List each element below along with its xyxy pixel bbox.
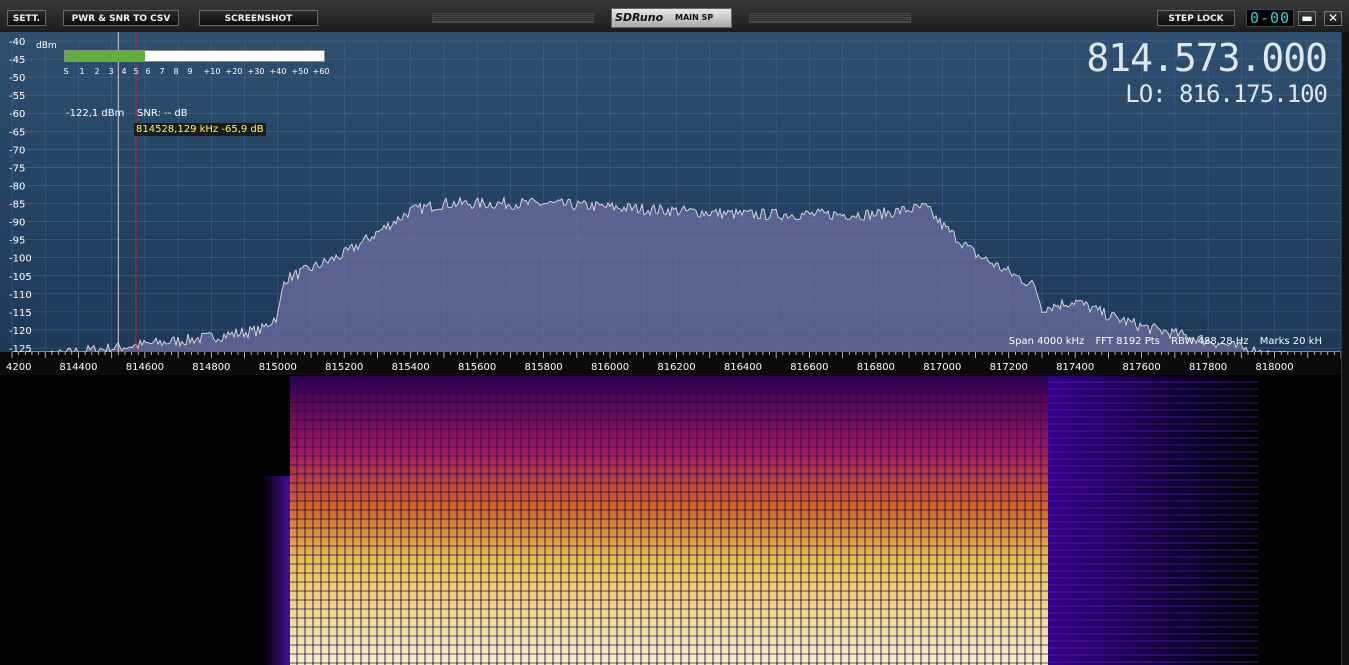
step-lock-button[interactable]: STEP LOCK xyxy=(1157,10,1235,26)
y-tick-label: -70 xyxy=(9,145,25,156)
x-tick-label: 814600 xyxy=(126,362,164,373)
y-tick-label: -100 xyxy=(9,254,32,265)
y-tick-label: -50 xyxy=(9,73,25,84)
y-tick-label: -80 xyxy=(9,181,25,192)
x-tick-label: 816000 xyxy=(591,362,629,373)
y-tick-label: -40 xyxy=(9,37,25,48)
fft-stat: FFT 8192 Pts xyxy=(1095,336,1160,347)
x-tick-label: 818000 xyxy=(1255,362,1293,373)
marks-stat: Marks 20 kH xyxy=(1259,336,1322,347)
meter-scale-label: S xyxy=(63,67,68,76)
x-tick-label: 817200 xyxy=(990,362,1028,373)
meter-scale-label: 5 xyxy=(133,67,138,76)
meter-scale-label: 7 xyxy=(159,67,164,76)
screenshot-button[interactable]: SCREENSHOT xyxy=(199,10,318,26)
y-tick-label: -115 xyxy=(9,308,32,319)
meter-scale-label: 3 xyxy=(108,67,113,76)
y-tick-label: -60 xyxy=(9,109,25,120)
meter-scale: S 1 2 3 4 5 6 7 8 9 +10 +20 +30 +40 +50 +60 xyxy=(63,67,330,76)
x-tick-label: 817600 xyxy=(1123,362,1161,373)
close-icon[interactable]: ✕ xyxy=(1324,11,1342,26)
y-tick-label: -95 xyxy=(9,236,25,247)
x-tick-label: 816800 xyxy=(857,362,895,373)
x-tick-label: 815200 xyxy=(325,362,363,373)
sdruno-logo: SDRuno MAIN SP xyxy=(611,8,732,28)
y-tick-label: -65 xyxy=(9,127,25,138)
waterfall-shoulder-texture xyxy=(1048,376,1258,665)
waterfall-panel[interactable] xyxy=(0,376,1341,665)
span-stat: Span 4000 kHz xyxy=(1008,336,1085,347)
logo-panel-name: MAIN SP xyxy=(675,13,714,22)
rbw-stat: RBW 488,28 Hz xyxy=(1171,336,1249,347)
y-tick-label: -45 xyxy=(9,55,25,66)
meter-unit: dBm xyxy=(36,41,57,51)
y-tick-label: -120 xyxy=(9,326,32,337)
meter-scale-label: +40 xyxy=(270,67,287,76)
x-tick-label: 814400 xyxy=(59,362,97,373)
logo-brand: SDRuno xyxy=(615,11,664,24)
drag-grip-right[interactable] xyxy=(749,13,911,23)
x-tick-label: 817000 xyxy=(923,362,961,373)
title-bar: SETT. PWR & SNR TO CSV SCREENSHOT SDRuno… xyxy=(0,0,1349,33)
x-tick-label: 816200 xyxy=(657,362,695,373)
waterfall-edge xyxy=(262,476,292,665)
spectrum-panel[interactable]: -40 -45 -50 -55 -60 -65 -70 -75 -80 -85 -90 -95 -100… xyxy=(0,32,1341,375)
cursor-readout: 814528,129 kHz -65,9 dB xyxy=(134,123,266,136)
meter-scale-label: 6 xyxy=(145,67,150,76)
spectrum-stats: Span 4000 kHz FFT 8192 Pts RBW 488,28 Hz… xyxy=(1001,336,1322,347)
x-tick-label: 817800 xyxy=(1189,362,1227,373)
y-tick-label: -105 xyxy=(9,272,32,283)
meter-scale-label: 8 xyxy=(173,67,178,76)
signal-meter-fill xyxy=(65,51,146,61)
x-tick-label: 816400 xyxy=(724,362,762,373)
x-tick-label: 816600 xyxy=(790,362,828,373)
pwr-snr-to-csv-button[interactable]: PWR & SNR TO CSV xyxy=(63,10,179,26)
x-tick-label: 815400 xyxy=(392,362,430,373)
meter-scale-label: +20 xyxy=(226,67,243,76)
y-tick-label: -110 xyxy=(9,290,32,301)
x-tick-label: 817400 xyxy=(1056,362,1094,373)
meter-scale-label: +30 xyxy=(248,67,265,76)
y-tick-label: -90 xyxy=(9,218,25,229)
vfo-frequency[interactable]: 814.573.000 xyxy=(1086,36,1328,80)
y-tick-label: -55 xyxy=(9,91,25,102)
meter-scale-label: +60 xyxy=(313,67,330,76)
meter-scale-label: +10 xyxy=(204,67,221,76)
x-tick-label: 815800 xyxy=(525,362,563,373)
x-tick-label: 4200 xyxy=(6,362,31,373)
power-readout: -122,1 dBm xyxy=(66,108,125,119)
y-tick-label: -85 xyxy=(9,200,25,211)
right-border xyxy=(1341,32,1349,665)
segment-display: 0-00 xyxy=(1246,9,1294,27)
meter-scale-label: +50 xyxy=(292,67,309,76)
meter-scale-label: 1 xyxy=(79,67,84,76)
meter-scale-label: 2 xyxy=(94,67,99,76)
meter-scale-label: 4 xyxy=(121,67,126,76)
drag-grip-left[interactable] xyxy=(432,13,594,23)
snr-readout: SNR: -- dB xyxy=(137,108,188,119)
x-tick-label: 815600 xyxy=(458,362,496,373)
signal-meter xyxy=(64,50,325,62)
settings-button[interactable]: SETT. xyxy=(7,10,46,26)
meter-scale-label: 9 xyxy=(187,67,192,76)
x-tick-label: 814800 xyxy=(192,362,230,373)
x-tick-label: 815000 xyxy=(259,362,297,373)
lo-frequency[interactable]: LO: 816.175.100 xyxy=(1125,80,1328,108)
minimize-icon[interactable]: ▬ xyxy=(1298,11,1316,26)
waterfall-texture-h xyxy=(290,376,1048,665)
y-tick-label: -75 xyxy=(9,163,25,174)
